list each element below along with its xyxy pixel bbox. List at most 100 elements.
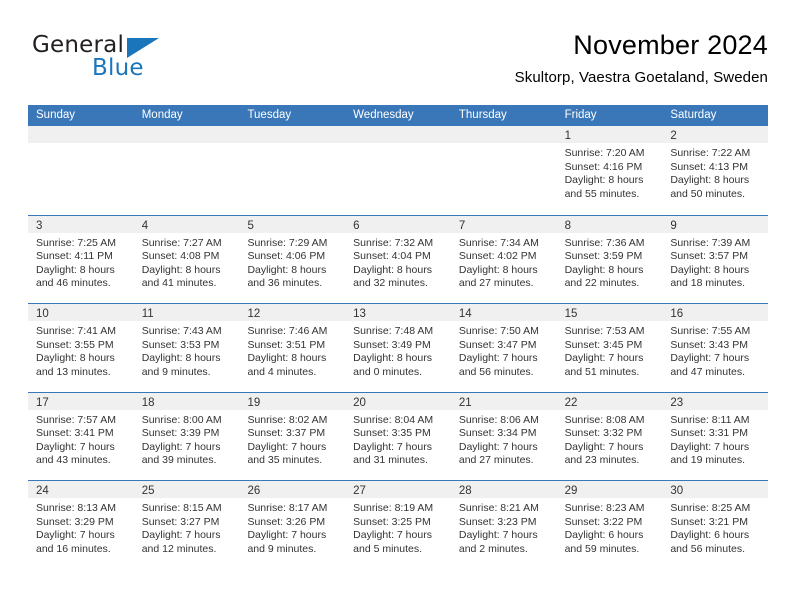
day-number-band: 18 [133,392,240,410]
day-detail-line: Daylight: 7 hours [458,352,538,365]
day-detail-line: Sunset: 3:22 PM [564,515,643,528]
title-block: November 2024 Skultorp, Vaestra Goetalan… [515,28,768,89]
calendar-day-cell[interactable]: 10 Sunrise: 7:41 AM Sunset: 3:55 PM Dayligh… [28,304,134,392]
day-detail-line: and 56 minutes. [458,365,534,378]
calendar-day-cell[interactable]: 1 Sunrise: 7:20 AM Sunset: 4:16 PM Daylight… [556,126,663,215]
calendar-day-cell[interactable]: 27 Sunrise: 8:19 AM Sunset: 3:25 PM Dayligh… [345,481,451,569]
day-detail-line: Daylight: 8 hours [564,263,644,276]
day-detail-line: Sunrise: 7:46 AM [247,325,328,337]
calendar-day-cell[interactable]: 23 Sunrise: 8:11 AM Sunset: 3:31 PM Dayligh… [662,392,769,480]
day-detail-line: Sunrise: 7:25 AM [36,236,116,249]
day-detail-line: Sunrise: 8:06 AM [458,413,539,426]
day-detail-line: Sunrise: 8:02 AM [247,413,328,426]
calendar-day-cell[interactable]: 8 Sunrise: 7:36 AM Sunset: 3:59 PM Daylight… [556,215,663,303]
calendar-day-cell[interactable]: 14 Sunrise: 7:50 AM Sunset: 3:47 PM Dayligh… [450,304,557,392]
calendar-day-cell[interactable]: 20 Sunrise: 8:04 AM Sunset: 3:35 PM Dayligh… [345,392,451,480]
day-detail-line: Daylight: 7 hours [670,352,750,365]
calendar-day-cell[interactable]: 22 Sunrise: 8:08 AM Sunset: 3:32 PM Dayligh… [556,392,663,480]
day-detail-line: Daylight: 8 hours [670,174,750,187]
day-detail-line: Sunrise: 8:00 AM [141,413,222,426]
day-detail-line: Sunrise: 7:48 AM [353,325,434,337]
day-detail-line: Daylight: 7 hours [247,440,327,453]
day-detail-line: Sunrise: 8:08 AM [564,413,645,426]
calendar-day-cell[interactable]: 29 Sunrise: 8:23 AM Sunset: 3:22 PM Dayligh… [556,481,663,569]
day-detail-line: Daylight: 7 hours [458,440,538,453]
day-detail-text: Sunrise: 8:19 AM Sunset: 3:25 PM Daylight:… [345,498,451,556]
calendar-day-cell[interactable]: 7 Sunrise: 7:34 AM Sunset: 4:02 PM Daylight… [450,215,557,303]
calendar-day-cell[interactable]: 9 Sunrise: 7:39 AM Sunset: 3:57 PM Daylight… [662,215,769,303]
day-detail-line: and 23 minutes. [564,454,640,467]
day-number: 3 [36,219,43,232]
day-detail-line: and 27 minutes. [458,277,534,290]
calendar-day-cell[interactable]: 3 Sunrise: 7:25 AM Sunset: 4:11 PM Daylight… [28,215,134,303]
calendar-day-cell[interactable]: 5 Sunrise: 7:29 AM Sunset: 4:06 PM Daylight… [239,215,346,303]
day-detail-line: Daylight: 8 hours [353,352,432,365]
day-detail-line: Sunrise: 7:34 AM [458,236,539,249]
day-detail-line: and 22 minutes. [564,277,640,290]
day-detail-line: Sunrise: 8:17 AM [247,502,328,514]
day-number-band: 1 [556,126,663,143]
day-detail-line: Sunrise: 7:43 AM [141,325,222,337]
day-number-band [450,126,557,143]
calendar-day-cell[interactable]: 11 Sunrise: 7:43 AM Sunset: 3:53 PM Dayligh… [133,304,240,392]
day-detail-line: and 32 minutes. [353,277,428,290]
day-detail-line: Sunset: 3:21 PM [670,515,748,528]
day-number-band: 9 [662,215,769,233]
day-detail-line: Daylight: 8 hours [353,263,432,276]
day-detail-line: Sunrise: 7:27 AM [141,236,222,249]
day-detail-line: Sunrise: 7:41 AM [36,325,116,337]
day-number-band: 22 [556,392,663,410]
calendar-day-cell-empty [28,126,134,215]
day-detail-line: Sunrise: 7:53 AM [564,325,645,337]
day-detail-line: Sunrise: 8:04 AM [353,413,434,426]
calendar-day-cell[interactable]: 13 Sunrise: 7:48 AM Sunset: 3:49 PM Dayligh… [345,304,451,392]
page-title: November 2024 [573,30,768,60]
day-number-band: 19 [239,392,346,410]
day-number: 16 [670,308,684,320]
page-subtitle: Skultorp, Vaestra Goetaland, Sweden [514,69,768,86]
day-detail-line: Sunset: 3:57 PM [670,250,748,263]
day-detail-text: Sunrise: 7:55 AM Sunset: 3:43 PM Daylight:… [662,321,768,379]
day-detail-line: Sunset: 3:37 PM [247,427,326,440]
day-detail-line: Sunrise: 7:20 AM [564,147,645,159]
general-blue-logo[interactable]: General Blue [32,32,252,90]
calendar-day-cell[interactable]: 15 Sunrise: 7:53 AM Sunset: 3:45 PM Dayligh… [556,304,663,392]
day-detail-line: Sunset: 3:27 PM [141,515,220,528]
calendar-day-cell-empty [345,126,451,215]
day-detail-line: and 9 minutes. [141,365,211,378]
day-number-band [345,126,451,143]
calendar-day-cell[interactable]: 4 Sunrise: 7:27 AM Sunset: 4:08 PM Daylight… [133,215,240,303]
day-detail-text: Sunrise: 8:17 AM Sunset: 3:26 PM Daylight:… [239,498,345,556]
calendar-day-cell[interactable]: 19 Sunrise: 8:02 AM Sunset: 3:37 PM Dayligh… [239,392,346,480]
day-detail-line: and 36 minutes. [247,277,323,290]
calendar-day-cell[interactable]: 28 Sunrise: 8:21 AM Sunset: 3:23 PM Dayligh… [450,481,557,569]
calendar-day-cell[interactable]: 6 Sunrise: 7:32 AM Sunset: 4:04 PM Daylight… [345,215,451,303]
calendar-day-cell[interactable]: 30 Sunrise: 8:25 AM Sunset: 3:21 PM Dayligh… [662,481,769,569]
day-number-band: 17 [28,392,134,410]
day-detail-line: Daylight: 7 hours [353,440,432,453]
day-detail-line: Daylight: 6 hours [670,529,750,542]
day-number-band: 30 [662,481,769,498]
day-detail-text: Sunrise: 8:23 AM Sunset: 3:22 PM Daylight:… [557,498,663,556]
calendar-day-cell[interactable]: 16 Sunrise: 7:55 AM Sunset: 3:43 PM Dayligh… [662,304,769,392]
day-detail-line: Sunset: 3:29 PM [36,515,114,528]
calendar-day-cell[interactable]: 17 Sunrise: 7:57 AM Sunset: 3:41 PM Dayligh… [28,392,134,480]
calendar-day-cell[interactable]: 12 Sunrise: 7:46 AM Sunset: 3:51 PM Dayligh… [239,304,346,392]
day-detail-line: Sunrise: 8:21 AM [458,502,539,514]
day-number-band: 6 [345,215,451,233]
calendar-day-cell[interactable]: 2 Sunrise: 7:22 AM Sunset: 4:13 PM Daylight… [662,126,769,215]
calendar-day-cell[interactable]: 25 Sunrise: 8:15 AM Sunset: 3:27 PM Dayligh… [133,481,240,569]
day-detail-text: Sunrise: 7:22 AM Sunset: 4:13 PM Daylight:… [662,143,768,201]
day-number-band: 20 [345,392,451,410]
calendar-day-cell[interactable]: 18 Sunrise: 8:00 AM Sunset: 3:39 PM Dayligh… [133,392,240,480]
calendar-day-cell[interactable]: 26 Sunrise: 8:17 AM Sunset: 3:26 PM Dayligh… [239,481,346,569]
weekday-header-monday: Monday [141,109,183,121]
day-number-band: 15 [556,304,663,321]
calendar-day-cell[interactable]: 21 Sunrise: 8:06 AM Sunset: 3:34 PM Dayligh… [450,392,557,480]
day-number-band [133,126,240,143]
day-detail-line: Daylight: 7 hours [141,440,221,453]
calendar-day-cell[interactable]: 24 Sunrise: 8:13 AM Sunset: 3:29 PM Dayligh… [28,481,134,569]
day-detail-text: Sunrise: 8:11 AM Sunset: 3:31 PM Daylight:… [662,410,768,468]
day-detail-line: and 35 minutes. [247,454,323,467]
day-detail-line: and 13 minutes. [36,365,111,378]
